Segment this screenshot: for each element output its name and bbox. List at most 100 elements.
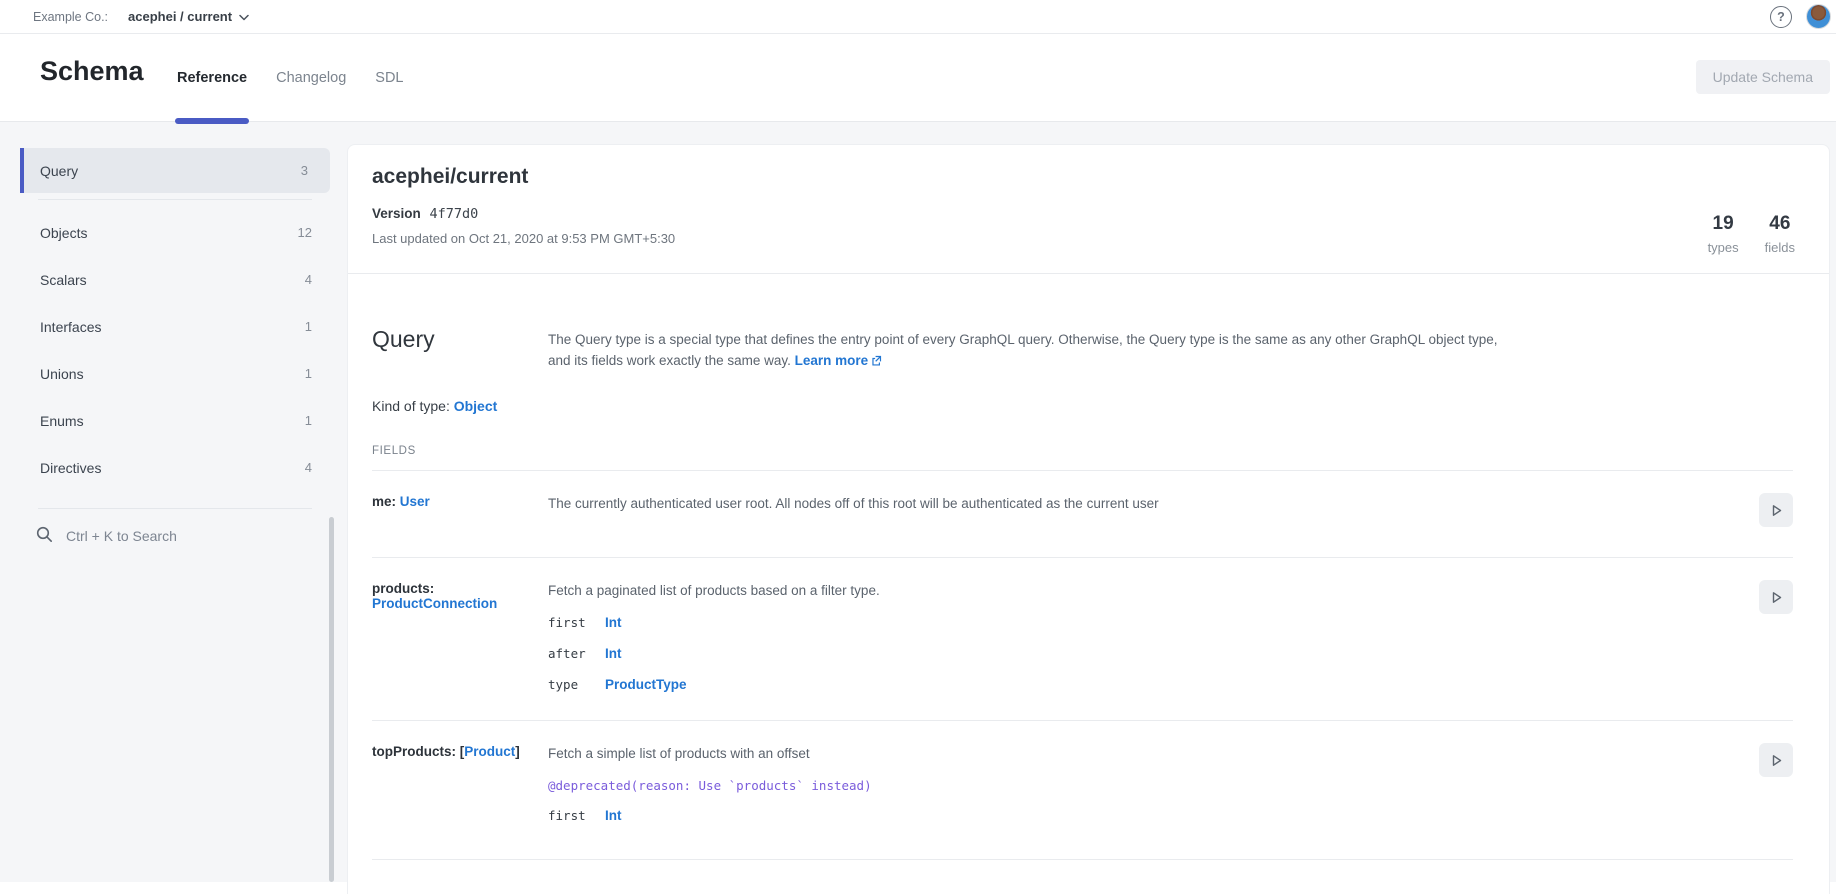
- argument-row: first Int: [548, 615, 1759, 630]
- sidebar-item-enums[interactable]: Enums 1: [0, 398, 347, 443]
- sidebar-item-scalars[interactable]: Scalars 4: [0, 257, 347, 302]
- run-in-explorer-button[interactable]: [1759, 743, 1793, 777]
- field-details: Fetch a simple list of products with an …: [548, 743, 1759, 823]
- top-bar: Example Co.: acephei / current ?: [0, 0, 1836, 34]
- kind-of-type-row: Kind of type: Object: [372, 398, 1793, 414]
- update-schema-button[interactable]: Update Schema: [1696, 60, 1830, 94]
- stat-fields: 46 fields: [1765, 213, 1795, 255]
- argument-name: first: [548, 615, 605, 630]
- scrollbar-thumb[interactable]: [329, 517, 334, 882]
- field-row-top-products: topProducts: [Product] Fetch a simple li…: [372, 721, 1793, 860]
- tab-reference[interactable]: Reference: [177, 34, 247, 121]
- deprecated-annotation: @deprecated(reason: Use `products` inste…: [548, 778, 1759, 793]
- user-avatar[interactable]: [1806, 4, 1831, 29]
- schema-stats: 19 types 46 fields: [1708, 213, 1795, 255]
- sidebar-item-label: Query: [40, 163, 78, 179]
- field-type-link-product[interactable]: Product: [464, 744, 515, 759]
- fields-section-label: FIELDS: [372, 445, 1793, 457]
- sidebar-item-count: 3: [301, 163, 308, 178]
- type-section-query: Query The Query type is a special type t…: [348, 274, 1829, 860]
- sidebar-item-directives[interactable]: Directives 4: [0, 445, 347, 490]
- argument-row: after Int: [548, 646, 1759, 661]
- sidebar-item-count: 4: [305, 460, 312, 475]
- version-label: Version: [372, 206, 421, 221]
- stat-types: 19 types: [1708, 213, 1739, 255]
- field-type-link-productconnection[interactable]: ProductConnection: [372, 596, 497, 611]
- argument-type-link[interactable]: Int: [605, 646, 622, 661]
- graph-title: acephei/current: [372, 165, 1793, 189]
- argument-type-link[interactable]: Int: [605, 615, 622, 630]
- type-nav-sidebar: Query 3 Objects 12 Scalars 4 Interfaces …: [0, 122, 347, 882]
- field-row-me: me: User The currently authenticated use…: [372, 471, 1793, 558]
- sidebar-divider: [38, 199, 312, 200]
- argument-row: type ProductType: [548, 677, 1759, 692]
- schema-reference-page: { "topbar": { "org_label": "Example Co.:…: [0, 0, 1836, 882]
- field-description: Fetch a paginated list of products based…: [548, 580, 1759, 600]
- last-updated-text: Last updated on Oct 21, 2020 at 9:53 PM …: [372, 231, 1793, 246]
- sidebar-item-interfaces[interactable]: Interfaces 1: [0, 304, 347, 349]
- sidebar-item-count: 1: [305, 319, 312, 334]
- stat-label: types: [1708, 240, 1739, 255]
- version-hash: 4f77d0: [430, 206, 479, 222]
- sidebar-item-label: Objects: [40, 225, 87, 241]
- kind-object-link[interactable]: Object: [454, 398, 498, 414]
- sidebar-item-label: Enums: [40, 413, 84, 429]
- sidebar-item-query[interactable]: Query 3: [20, 148, 330, 193]
- field-description: Fetch a simple list of products with an …: [548, 743, 1759, 763]
- argument-name: type: [548, 677, 605, 692]
- sidebar-item-count: 12: [298, 225, 312, 240]
- field-details: Fetch a paginated list of products based…: [548, 580, 1759, 692]
- run-in-explorer-button[interactable]: [1759, 493, 1793, 527]
- learn-more-link[interactable]: Learn more: [795, 353, 869, 368]
- page-header: Schema Reference Changelog SDL Update Sc…: [0, 34, 1836, 122]
- search-icon: [36, 526, 53, 546]
- sidebar-item-count: 4: [305, 272, 312, 287]
- sidebar-item-label: Interfaces: [40, 319, 101, 335]
- argument-type-link[interactable]: ProductType: [605, 677, 687, 692]
- stat-label: fields: [1765, 240, 1795, 255]
- graph-selector-label: acephei / current: [128, 9, 232, 24]
- tab-sdl[interactable]: SDL: [375, 34, 403, 121]
- kind-label: Kind of type:: [372, 398, 454, 414]
- tab-bar: Reference Changelog SDL: [177, 34, 404, 121]
- type-name-heading: Query: [372, 326, 548, 372]
- sidebar-item-label: Directives: [40, 460, 101, 476]
- type-bracket-close: ]: [515, 744, 520, 759]
- type-head: Query The Query type is a special type t…: [372, 274, 1793, 372]
- type-description: The Query type is a special type that de…: [548, 326, 1500, 372]
- type-description-text: The Query type is a special type that de…: [548, 332, 1498, 368]
- field-signature: topProducts: [Product]: [372, 743, 548, 759]
- argument-type-link[interactable]: Int: [605, 808, 622, 823]
- external-link-icon: [871, 351, 882, 372]
- run-in-explorer-button[interactable]: [1759, 580, 1793, 614]
- field-description: The currently authenticated user root. A…: [548, 493, 1759, 513]
- stat-value: 46: [1765, 213, 1795, 235]
- field-name: me:: [372, 494, 400, 509]
- graph-summary-header: acephei/current Version 4f77d0 Last upda…: [348, 145, 1829, 274]
- field-details: The currently authenticated user root. A…: [548, 493, 1759, 513]
- argument-name: first: [548, 808, 605, 823]
- schema-detail-card: acephei/current Version 4f77d0 Last upda…: [347, 144, 1830, 894]
- stat-value: 19: [1708, 213, 1739, 235]
- argument-row: first Int: [548, 808, 1759, 823]
- org-label: Example Co.:: [33, 10, 108, 24]
- field-signature: products: ProductConnection: [372, 580, 548, 611]
- sidebar-item-unions[interactable]: Unions 1: [0, 351, 347, 396]
- field-type-link-user[interactable]: User: [400, 494, 430, 509]
- field-name: topProducts:: [372, 744, 460, 759]
- argument-name: after: [548, 646, 605, 661]
- page-body: Query 3 Objects 12 Scalars 4 Interfaces …: [0, 122, 1836, 882]
- graph-selector-dropdown[interactable]: acephei / current: [128, 9, 249, 24]
- tab-changelog[interactable]: Changelog: [276, 34, 346, 121]
- sidebar-item-objects[interactable]: Objects 12: [0, 210, 347, 255]
- chevron-down-icon: [239, 9, 249, 24]
- field-signature: me: User: [372, 493, 548, 509]
- field-row-products: products: ProductConnection Fetch a pagi…: [372, 558, 1793, 721]
- page-title: Schema: [40, 56, 144, 87]
- sidebar-item-label: Scalars: [40, 272, 87, 288]
- sidebar-item-label: Unions: [40, 366, 84, 382]
- help-icon[interactable]: ?: [1770, 6, 1792, 28]
- sidebar-item-count: 1: [305, 366, 312, 381]
- search-trigger[interactable]: Ctrl + K to Search: [0, 513, 347, 558]
- field-name: products:: [372, 581, 434, 596]
